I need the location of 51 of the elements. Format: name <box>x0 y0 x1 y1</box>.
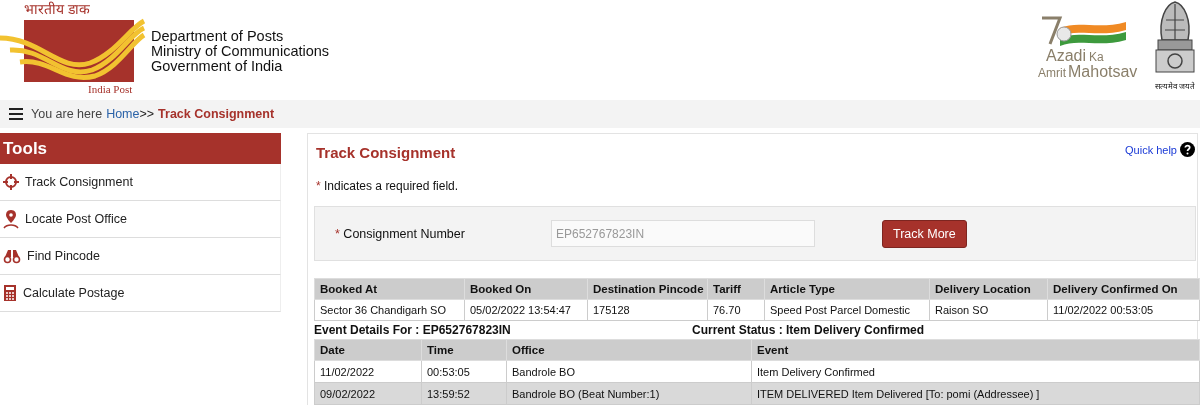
organization-name: Ministry of Communications <box>151 44 330 59</box>
column-header: Booked At <box>314 278 465 300</box>
organization-name: Government of India <box>151 59 284 74</box>
binoculars-icon <box>3 248 21 264</box>
table-cell: Bandrole BO <box>506 360 752 383</box>
sidebar-item[interactable]: Locate Post Office <box>0 201 281 238</box>
table-cell: 09/02/2022 <box>314 382 422 405</box>
table-cell: Bandrole BO (Beat Number:1) <box>506 382 752 405</box>
crosshair-icon <box>3 174 19 190</box>
sidebar-title: Tools <box>0 133 281 164</box>
breadcrumb-label: You are here <box>31 107 103 121</box>
table-cell: Item Delivery Confirmed <box>751 360 1200 383</box>
azadi-text: Amrit <box>1038 67 1066 80</box>
location-pin-icon <box>3 209 19 229</box>
sidebar-item[interactable]: Track Consignment <box>0 164 281 201</box>
logo-caption: India Post <box>88 82 133 96</box>
page-title: Track Consignment <box>315 144 456 161</box>
event-details-heading: Event Details For : EP652767823IN <box>314 323 512 337</box>
sidebar-item[interactable]: Find Pincode <box>0 238 281 275</box>
column-header: Time <box>421 339 507 361</box>
logo-hindi-text: भारतीय डाक <box>24 0 91 18</box>
azadi-text: Ka <box>1089 51 1104 64</box>
column-header: Office <box>506 339 752 361</box>
home-link[interactable]: Home <box>106 107 140 121</box>
india-post-logo-icon <box>0 18 146 82</box>
table-cell: 11/02/2022 <box>314 360 422 383</box>
column-header: Event <box>751 339 1200 361</box>
help-icon[interactable] <box>1180 142 1195 157</box>
sidebar-item[interactable]: Calculate Postage <box>0 275 281 312</box>
current-status: Current Status : Item Delivery Confirmed <box>692 323 925 337</box>
required-note: * Indicates a required field. <box>315 179 460 193</box>
emblem-motto: सत्यमेव जयते <box>1154 82 1196 92</box>
table-cell: Sector 36 Chandigarh SO <box>314 299 465 321</box>
column-header: Article Type <box>764 278 930 300</box>
column-header: Destination Pincode <box>587 278 708 300</box>
azadi-text: Mahotsav <box>1068 64 1138 80</box>
organization-name: Department of Posts <box>151 29 285 44</box>
breadcrumb-separator: >> <box>139 107 155 121</box>
azadi-text: Azadi <box>1046 48 1087 64</box>
column-header: Tariff <box>707 278 765 300</box>
table-cell: ITEM DELIVERED Item Delivered [To: pomi (Addressee) ] <box>751 382 1200 405</box>
calculator-icon <box>3 284 17 302</box>
menu-icon[interactable] <box>9 108 23 120</box>
current-page: Track Consignment <box>158 107 275 121</box>
column-header: Date <box>314 339 422 361</box>
quick-help-link[interactable]: Quick help <box>1125 143 1177 156</box>
track-more-button[interactable]: Track More <box>882 219 967 248</box>
column-header: Booked On <box>464 278 588 300</box>
column-header: Delivery Confirmed On <box>1047 278 1200 300</box>
column-header: Delivery Location <box>929 278 1048 300</box>
field-label: * Consignment Number <box>334 226 466 241</box>
